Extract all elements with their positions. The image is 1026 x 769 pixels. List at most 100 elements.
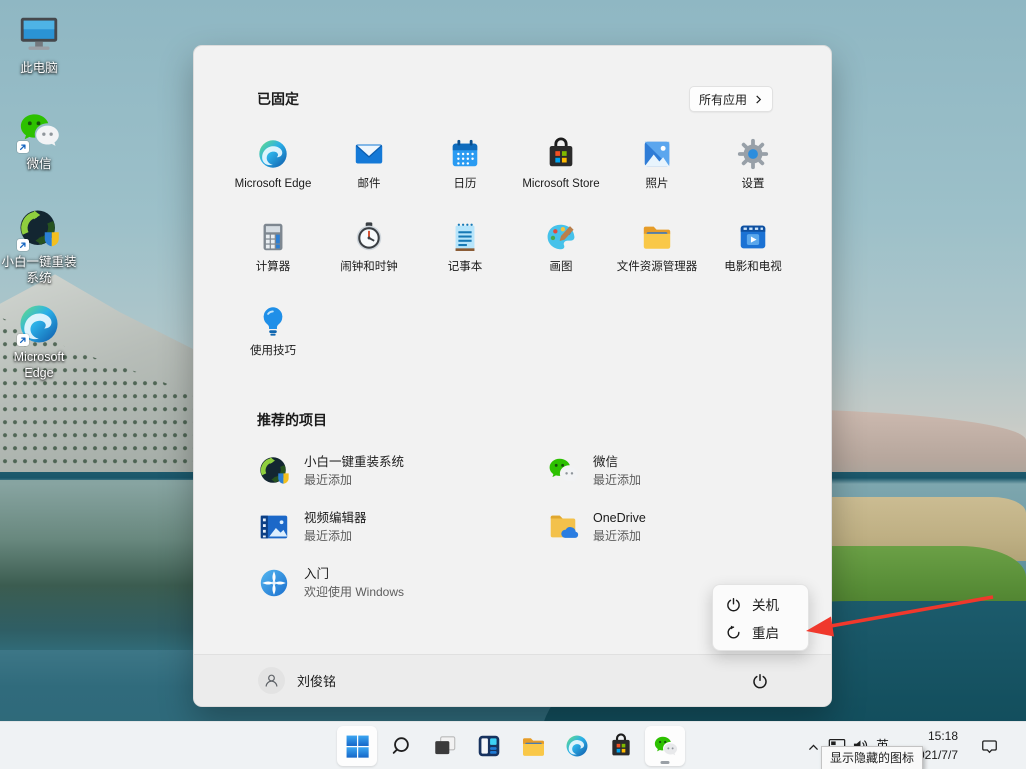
recommended-title: 视频编辑器 (304, 511, 367, 526)
pinned-app-calculator[interactable]: 计算器 (225, 216, 321, 294)
desktop-icon-wechat[interactable]: 微信 (0, 108, 78, 172)
edge-icon (566, 735, 588, 757)
onedrive-folder-icon (546, 510, 580, 544)
shortcut-arrow-icon (17, 141, 29, 153)
pinned-app-label: Microsoft Store (522, 178, 600, 190)
start-menu-user-bar: 刘俊铭 (194, 654, 831, 706)
pinned-app-mail[interactable]: 邮件 (321, 133, 417, 211)
store-icon (612, 733, 630, 756)
get-started-icon (257, 566, 291, 600)
recommended-subtitle: 最近添加 (304, 528, 353, 543)
tray-time: 15:18 (927, 729, 958, 743)
taskbar-search-button[interactable] (381, 726, 421, 766)
pinned-app-label: 邮件 (357, 178, 381, 190)
pinned-app-paint[interactable]: 画图 (513, 216, 609, 294)
wechat-icon (16, 108, 62, 154)
avatar (258, 667, 285, 694)
photos-icon (640, 137, 674, 171)
taskbar-store-button[interactable] (601, 726, 641, 766)
gear-icon (736, 137, 770, 171)
shortcut-arrow-icon (17, 239, 29, 251)
task-view-button[interactable] (425, 726, 465, 766)
recommended-item-get-started[interactable]: 入门欢迎使用 Windows (254, 561, 539, 605)
running-indicator (660, 761, 670, 764)
edge-icon (256, 137, 290, 171)
this-pc-icon (16, 12, 62, 58)
desktop-icon-this-pc[interactable]: 此电脑 (0, 12, 78, 76)
calculator-icon (256, 220, 290, 254)
start-button[interactable] (337, 726, 377, 766)
store-icon (544, 137, 578, 171)
power-button[interactable] (742, 664, 778, 698)
shutdown-label: 关机 (752, 598, 779, 613)
recommended-subtitle: 最近添加 (593, 472, 642, 487)
desktop-icon-label: 小白一键重装系统 (1, 255, 77, 286)
notepad-icon (448, 220, 482, 254)
user-account-button[interactable]: 刘俊铭 (258, 667, 336, 694)
power-icon (753, 674, 767, 689)
recommended-title: 小白一键重装系统 (304, 455, 405, 470)
pinned-app-label: 文件资源管理器 (616, 261, 698, 273)
show-hidden-icons-button[interactable] (804, 738, 822, 756)
recommended-subtitle: 最近添加 (304, 472, 353, 487)
pinned-app-photos[interactable]: 照片 (609, 133, 705, 211)
xiaobai-reinstall-icon (257, 454, 291, 488)
all-apps-label: 所有应用 (699, 92, 748, 107)
movies-tv-icon (736, 220, 770, 254)
desktop-icon-edge[interactable]: Microsoft Edge (0, 301, 78, 382)
pinned-app-label: 记事本 (447, 261, 483, 273)
recommended-item-wechat[interactable]: 微信 最近添加 (543, 449, 828, 493)
restart-icon (727, 625, 740, 639)
recommended-title: 入门 (304, 567, 330, 582)
shutdown-menu-item[interactable]: 关机 (713, 590, 808, 618)
recommended-title: OneDrive (593, 511, 646, 526)
pinned-app-alarms-clock[interactable]: 闹钟和时钟 (321, 216, 417, 294)
pinned-app-label: 闹钟和时钟 (340, 261, 398, 273)
wechat-icon (546, 454, 580, 488)
paint-icon (544, 220, 578, 254)
user-name: 刘俊铭 (297, 674, 337, 689)
pinned-app-tips[interactable]: 使用技巧 (225, 300, 321, 378)
pinned-app-label: 日历 (453, 178, 477, 190)
widgets-icon (478, 735, 500, 757)
recommended-subtitle: 欢迎使用 Windows (304, 584, 405, 599)
chevron-right-icon (756, 94, 762, 104)
recommended-item-onedrive[interactable]: OneDrive 最近添加 (543, 505, 828, 549)
desktop-icon-label: Microsoft Edge (13, 350, 65, 381)
pinned-app-microsoft-edge[interactable]: Microsoft Edge (225, 133, 321, 211)
windows-logo-icon (346, 735, 369, 758)
recommended-subtitle: 最近添加 (593, 528, 642, 543)
desktop-icon-label: 此电脑 (20, 61, 58, 75)
power-icon (727, 597, 740, 611)
recommended-section-header: 推荐的项目 (257, 412, 327, 428)
all-apps-button[interactable]: 所有应用 (689, 86, 774, 112)
pinned-app-microsoft-store[interactable]: Microsoft Store (513, 133, 609, 211)
pinned-app-label: 使用技巧 (250, 345, 296, 357)
pinned-app-file-explorer[interactable]: 文件资源管理器 (609, 216, 705, 294)
taskbar-edge-button[interactable] (557, 726, 597, 766)
notification-center-button[interactable] (980, 737, 999, 760)
mail-icon (352, 137, 386, 171)
search-icon (392, 737, 409, 754)
restart-menu-item[interactable]: 重启 (713, 618, 808, 646)
recommended-item-video-editor[interactable]: 视频编辑器 最近添加 (254, 505, 539, 549)
folder-icon (522, 737, 544, 756)
pinned-app-label: 画图 (549, 261, 573, 273)
clock-icon (352, 220, 386, 254)
pinned-app-movies-tv[interactable]: 电影和电视 (705, 216, 801, 294)
pinned-app-notepad[interactable]: 记事本 (417, 216, 513, 294)
xiaobai-reinstall-icon (16, 206, 62, 252)
pinned-app-settings[interactable]: 设置 (705, 133, 801, 211)
restart-label: 重启 (752, 626, 779, 641)
taskbar-file-explorer-button[interactable] (513, 726, 553, 766)
desktop-icon-label: 微信 (26, 157, 52, 171)
recommended-item-xiaobai[interactable]: 小白一键重装系统 最近添加 (254, 449, 539, 493)
tooltip: 显示隐藏的图标 (821, 746, 924, 769)
pinned-app-calendar[interactable]: 日历 (417, 133, 513, 211)
taskbar-wechat-button[interactable] (645, 726, 685, 766)
wechat-icon (654, 736, 677, 755)
edge-icon (16, 301, 62, 347)
widgets-button[interactable] (469, 726, 509, 766)
lightbulb-icon (256, 304, 290, 338)
desktop-icon-xiaobai[interactable]: 小白一键重装系统 (0, 206, 78, 287)
